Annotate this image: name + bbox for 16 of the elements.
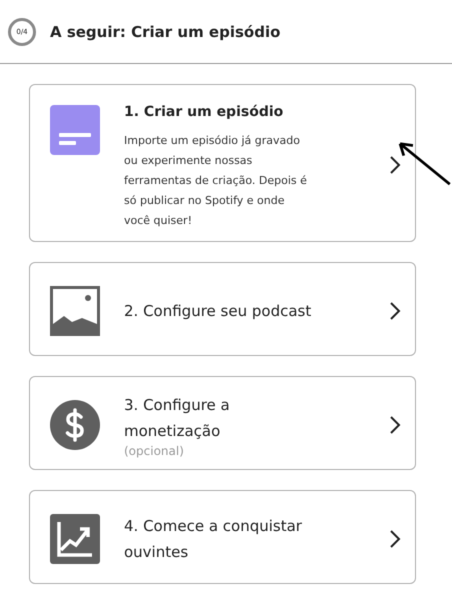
annotation-arrow [396, 140, 452, 186]
chevron-right-icon [389, 415, 401, 435]
step-card[interactable]: 4. Comece a conquistar ouvintes [29, 490, 416, 584]
optional-note: (opcional) [124, 444, 185, 458]
step-description: Importe um episódio já gravado ou experimente nossas ferramentas de criação. Depois é só publicar no Spotify e onde você quiser! [124, 133, 308, 229]
step-card[interactable]: 3. Configure a monetização (opcional) [29, 376, 416, 470]
step-title: 1. Criar um episódio [124, 103, 284, 122]
step-title: 3. Configure a monetização [124, 395, 231, 442]
step-title: 4. Comece a conquistar ouvintes [124, 516, 303, 563]
chevron-right-icon [389, 301, 401, 321]
chevron-right-icon [389, 155, 401, 175]
step-card[interactable]: 1. Criar um episódio Importe um episódio já gravado ou experimente nossas ferramentas de criação. Depois é só publicar no Spotify e onde você quiser! [29, 84, 416, 242]
step-title: 2. Configure seu podcast [124, 301, 312, 322]
header-title: A seguir: Criar um episódio [50, 22, 280, 40]
step-card[interactable]: 2. Configure seu podcast [29, 262, 416, 356]
chevron-right-icon [389, 529, 401, 549]
